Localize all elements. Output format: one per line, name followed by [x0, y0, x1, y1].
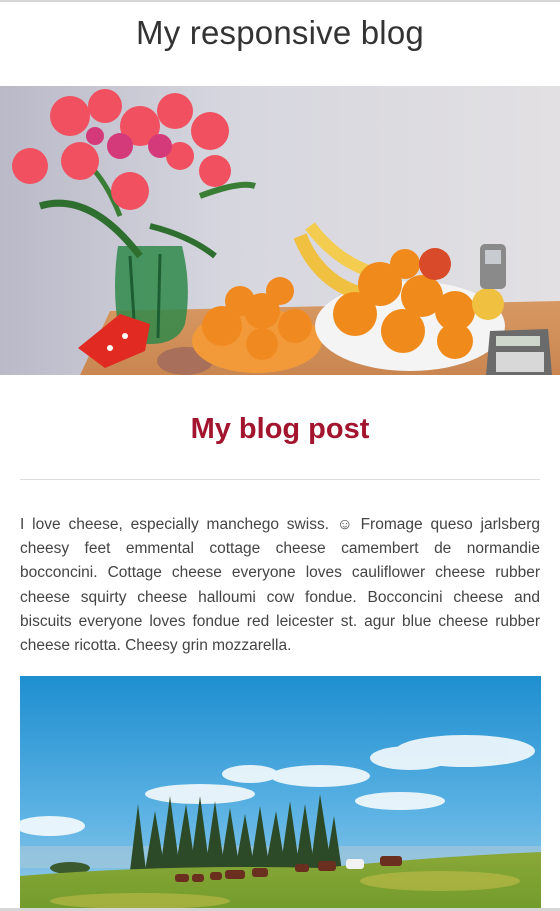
top-border	[0, 0, 560, 2]
post-title: My blog post	[190, 413, 370, 445]
title-divider	[20, 479, 540, 480]
site-header: My responsive blog	[0, 0, 560, 86]
site-title: My responsive blog	[136, 14, 424, 51]
hero-image	[0, 86, 560, 375]
post-body-text: I love cheese, especially manchego swiss…	[20, 516, 540, 655]
landscape-image	[20, 676, 541, 911]
